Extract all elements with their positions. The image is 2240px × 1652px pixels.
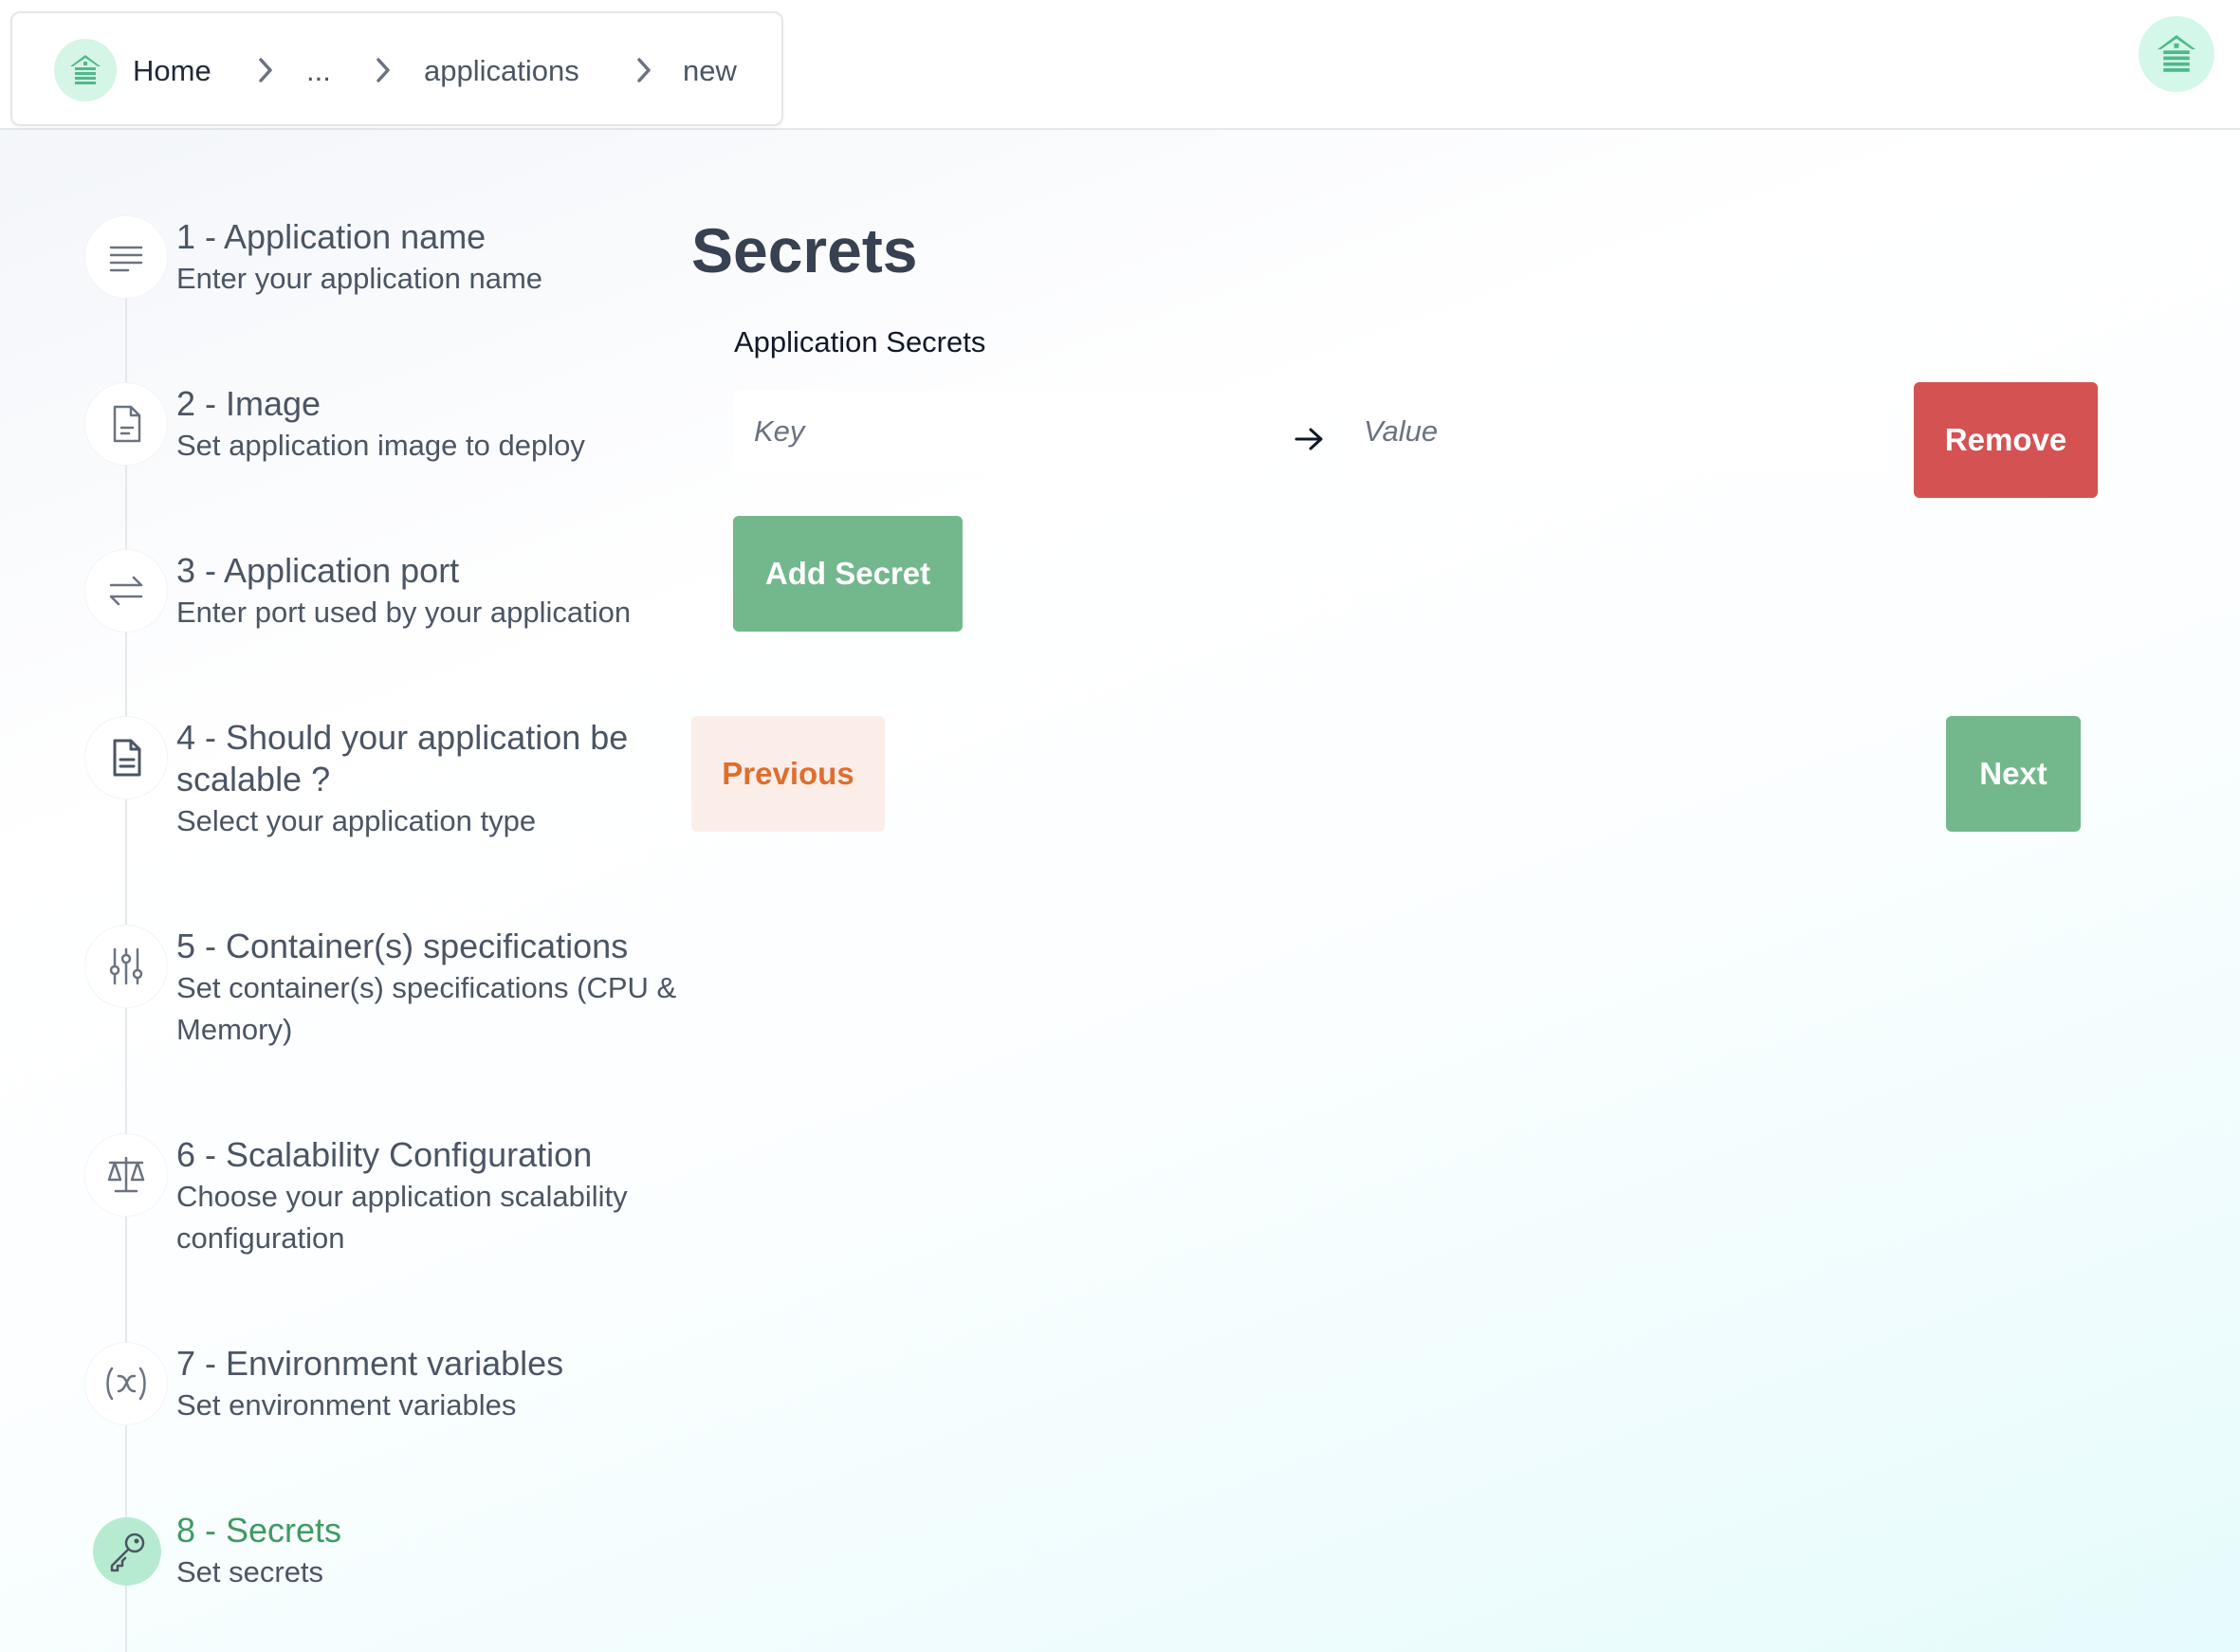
step-title: 7 - Environment variables <box>176 1344 564 1383</box>
breadcrumb-ellipsis[interactable]: ... <box>306 13 331 128</box>
arrows-exchange-icon <box>85 550 167 632</box>
variable-icon <box>85 1343 167 1424</box>
step-title: 5 - Container(s) specifications <box>176 927 629 965</box>
scale-icon <box>85 1134 167 1216</box>
step-title: 8 - Secrets <box>176 1511 342 1550</box>
top-bar: Home ... applications new <box>0 0 2240 130</box>
arrow-right-icon <box>1294 428 1323 450</box>
breadcrumb-current: new <box>683 54 737 87</box>
breadcrumb-home-link[interactable]: Home <box>133 13 211 128</box>
file-text-icon <box>85 717 167 798</box>
step-title: 6 - Scalability Configuration <box>176 1135 593 1174</box>
step-description: Set application image to deploy <box>176 429 585 462</box>
remove-secret-button[interactable]: Remove <box>1914 382 2098 498</box>
page-title: Secrets <box>691 215 918 285</box>
step-description: Set container(s) specifications (CPU & M… <box>176 971 677 1046</box>
text-lines-icon <box>85 216 167 298</box>
add-secret-button[interactable]: Add Secret <box>733 516 963 632</box>
step-title: 3 - Application port <box>176 551 460 590</box>
document-icon <box>85 383 167 465</box>
step-description: Set secrets <box>176 1555 324 1588</box>
breadcrumb: Home ... applications new <box>10 11 783 126</box>
section-label: Application Secrets <box>734 325 986 358</box>
breadcrumb-applications-link[interactable]: applications <box>424 13 579 128</box>
user-avatar[interactable] <box>2139 16 2214 92</box>
home-logo-icon[interactable] <box>54 39 117 101</box>
step-description: Select your application type <box>176 804 537 837</box>
step-title: 4 - Should your application be scalable … <box>176 718 629 798</box>
step-description: Enter port used by your application <box>176 596 632 629</box>
step-title: 1 - Application name <box>176 217 487 256</box>
step-title: 2 - Image <box>176 384 321 423</box>
step-description: Enter your application name <box>176 262 543 295</box>
secret-value-input[interactable] <box>1343 391 1888 472</box>
previous-button[interactable]: Previous <box>691 716 885 832</box>
chevron-right-icon <box>259 58 272 83</box>
sliders-icon <box>85 926 167 1007</box>
avatar-logo-icon <box>2157 35 2195 72</box>
secret-key-input[interactable] <box>733 391 1278 472</box>
step-description: Choose your application scalability conf… <box>176 1180 628 1255</box>
next-button[interactable]: Next <box>1946 716 2081 832</box>
chevron-right-icon <box>376 58 390 83</box>
key-icon <box>93 1517 161 1586</box>
chevron-right-icon <box>637 58 651 83</box>
step-description: Set environment variables <box>176 1388 517 1422</box>
